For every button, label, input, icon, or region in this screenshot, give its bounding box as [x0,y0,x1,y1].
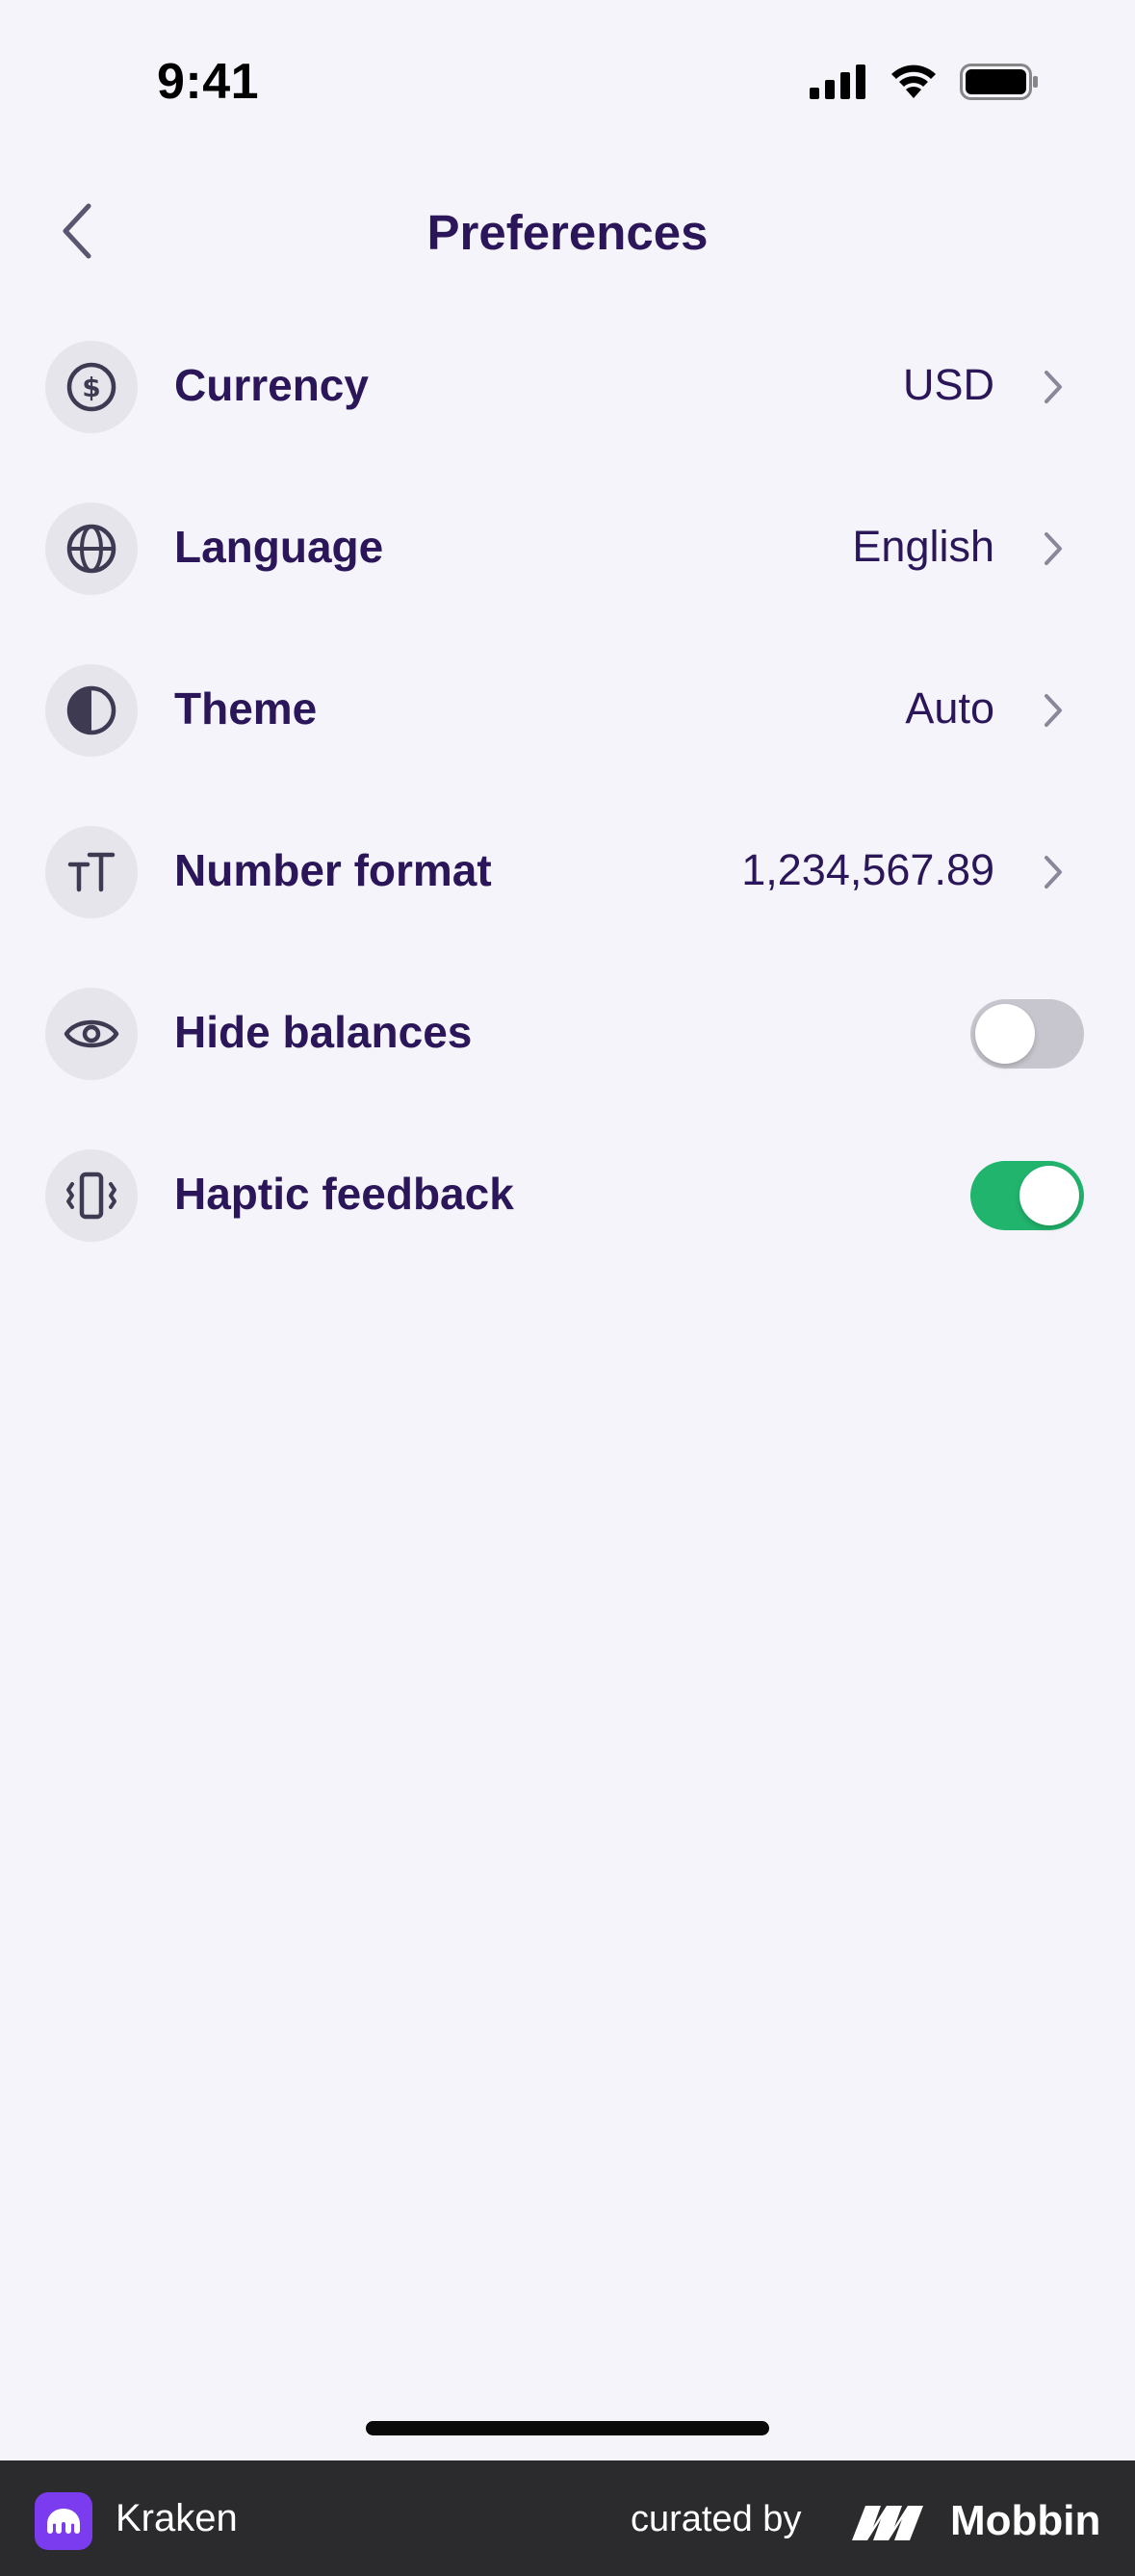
pref-row-number-format[interactable]: Number format 1,234,567.89 [0,791,1135,953]
pref-row-currency[interactable]: $ Currency USD [0,306,1135,468]
pref-label: Language [174,522,384,572]
eye-icon [45,988,138,1080]
kraken-logo-icon [35,2492,92,2550]
globe-icon [45,502,138,595]
battery-icon [960,64,1039,105]
toggle-knob [1019,1166,1079,1225]
preferences-list: $ Currency USD Language English Theme Au… [0,306,1135,1276]
toggle-knob [975,1004,1035,1064]
text-size-icon [45,826,138,918]
phone-vibrate-icon [45,1149,138,1242]
curated-by-text: curated by [631,2499,802,2539]
wifi-icon [889,64,939,105]
haptic-feedback-toggle[interactable] [970,1161,1084,1230]
chevron-right-icon [1039,366,1068,408]
status-bar: 9:41 [0,0,1135,168]
pref-value: 1,234,567.89 [741,845,994,894]
chevron-right-icon [1039,689,1068,732]
status-icons [810,64,1039,105]
pref-value: USD [902,360,994,409]
pref-value: English [852,522,994,571]
pref-row-hide-balances: Hide balances [0,953,1135,1115]
pref-row-haptic-feedback: Haptic feedback [0,1115,1135,1276]
pref-label: Theme [174,683,318,734]
pref-label: Number format [174,845,492,895]
dollar-coin-icon: $ [45,341,138,433]
status-time: 9:41 [157,54,260,110]
pref-value: Auto [905,683,994,733]
home-indicator [366,2421,769,2435]
chevron-right-icon [1039,851,1068,893]
cellular-signal-icon [810,64,867,104]
mobbin-mark-icon [852,2506,923,2540]
pref-row-language[interactable]: Language English [0,468,1135,630]
chevron-right-icon [1039,528,1068,570]
pref-label: Haptic feedback [174,1169,514,1219]
page-title: Preferences [426,205,709,260]
half-circle-icon [45,664,138,757]
hide-balances-toggle[interactable] [970,999,1084,1069]
footer-banner: Kraken curated by Mobbin [0,2460,1135,2576]
pref-label: Currency [174,360,369,410]
svg-text:$: $ [82,372,100,403]
pref-row-theme[interactable]: Theme Auto [0,630,1135,791]
curator-name: Mobbin [950,2497,1101,2544]
pref-label: Hide balances [174,1007,473,1057]
header: Preferences [0,183,1135,279]
mobbin-logo: Mobbin [852,2497,1100,2545]
app-name: Kraken [116,2497,238,2539]
